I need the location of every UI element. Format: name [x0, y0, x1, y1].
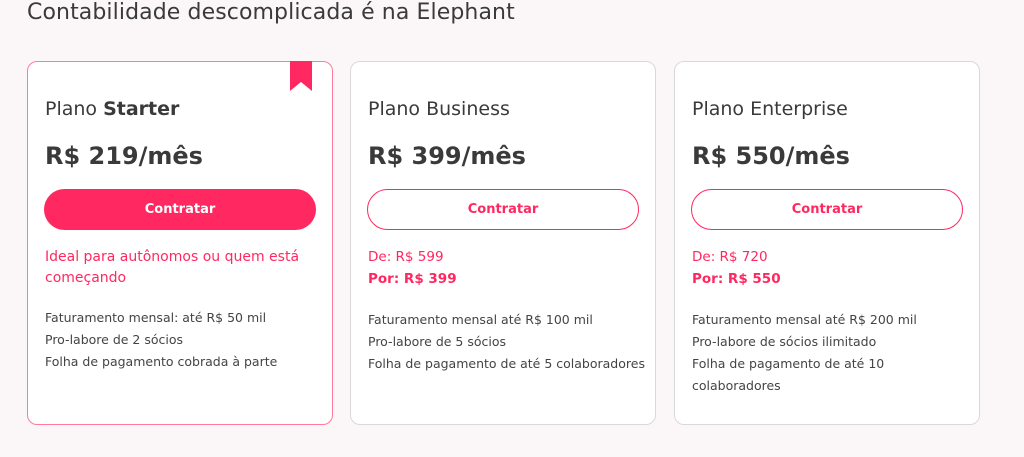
plan-title-enterprise: Plano Enterprise — [692, 98, 848, 120]
feature-item: Pro-labore de 5 sócios — [368, 334, 507, 349]
feature-list-business: Faturamento mensal até R$ 100 mil Pro-la… — [368, 309, 648, 375]
feature-item: Folha de pagamento cobrada à parte — [45, 354, 278, 369]
new-price-enterprise: Por: R$ 550 — [692, 271, 781, 287]
old-price-enterprise: De: R$ 720 — [692, 249, 768, 265]
contract-button-business[interactable]: Contratar — [367, 189, 639, 230]
plan-card-business: Plano Business R$ 399/mês Contratar De: … — [350, 61, 656, 425]
contract-button-starter[interactable]: Contratar — [44, 189, 316, 230]
feature-item: Faturamento mensal: até R$ 50 mil — [45, 310, 267, 325]
feature-list-enterprise: Faturamento mensal até R$ 200 mil Pro-la… — [692, 309, 972, 397]
plan-tagline-starter: Ideal para autônomos ou quem está começa… — [45, 249, 300, 286]
contract-button-enterprise[interactable]: Contratar — [691, 189, 963, 230]
plan-price-business: R$ 399/mês — [368, 142, 526, 170]
plan-price-enterprise: R$ 550/mês — [692, 142, 850, 170]
feature-item: Pro-labore de 2 sócios — [45, 332, 184, 347]
feature-item: Folha de pagamento de até 5 colaboradore… — [368, 356, 645, 371]
plan-card-enterprise: Plano Enterprise R$ 550/mês Contratar De… — [674, 61, 980, 425]
feature-item: Pro-labore de sócios ilimitado — [692, 334, 877, 349]
plan-title-business: Plano Business — [368, 98, 510, 120]
page-title: Contabilidade descomplicada é na Elephan… — [27, 0, 515, 25]
plan-card-starter: Plano Starter R$ 219/mês Contratar Ideal… — [27, 61, 333, 425]
plan-title-prefix: Plano — [45, 98, 104, 120]
new-price-business: Por: R$ 399 — [368, 271, 457, 287]
plan-title-name: Starter — [103, 98, 180, 120]
bookmark-icon — [290, 61, 312, 91]
feature-item: Folha de pagamento de até 10 colaborador… — [692, 356, 885, 393]
feature-item: Faturamento mensal até R$ 200 mil — [692, 312, 917, 327]
feature-item: Faturamento mensal até R$ 100 mil — [368, 312, 593, 327]
feature-list-starter: Faturamento mensal: até R$ 50 mil Pro-la… — [45, 307, 325, 373]
plan-title-starter: Plano Starter — [45, 98, 179, 120]
plan-price-starter: R$ 219/mês — [45, 142, 203, 170]
old-price-business: De: R$ 599 — [368, 249, 444, 265]
